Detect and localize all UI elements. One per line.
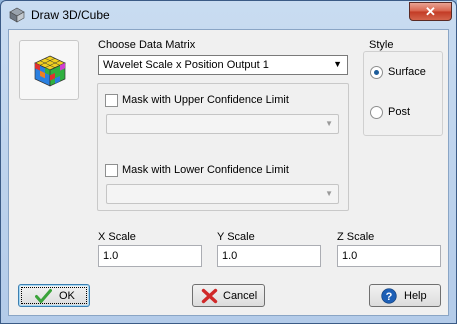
cube-preview — [19, 40, 79, 100]
style-group: Surface Post — [363, 51, 443, 136]
mask-lower-label[interactable]: Mask with Lower Confidence Limit — [122, 164, 289, 176]
z-scale-label: Z Scale — [337, 231, 375, 243]
title-bar[interactable]: Draw 3D/Cube ✕ — [1, 1, 456, 28]
x-scale-label: X Scale — [98, 231, 136, 243]
ok-label: OK — [59, 290, 75, 302]
data-matrix-select[interactable]: Wavelet Scale x Position Output 1 ▼ — [98, 55, 348, 75]
checkmark-icon — [35, 289, 52, 303]
window-title: Draw 3D/Cube — [31, 8, 110, 22]
mask-upper-label[interactable]: Mask with Upper Confidence Limit — [122, 94, 289, 106]
question-icon: ? — [381, 288, 397, 304]
close-icon: ✕ — [425, 4, 436, 19]
z-scale-input[interactable] — [338, 246, 440, 266]
mask-lower-checkbox[interactable] — [105, 164, 118, 177]
z-scale-field[interactable] — [337, 245, 441, 267]
data-matrix-label: Choose Data Matrix — [98, 39, 196, 51]
y-scale-label: Y Scale — [217, 231, 255, 243]
mask-upper-select: ▼ — [106, 114, 339, 134]
x-scale-input[interactable] — [99, 246, 201, 266]
help-button[interactable]: ? Help — [369, 284, 441, 307]
dropdown-arrow-icon: ▼ — [325, 119, 333, 128]
close-button[interactable]: ✕ — [409, 2, 452, 21]
cancel-label: Cancel — [223, 290, 258, 302]
style-label: Style — [369, 39, 394, 51]
y-scale-input[interactable] — [218, 246, 320, 266]
style-post-radio[interactable] — [370, 106, 383, 119]
cancel-button[interactable]: Cancel — [192, 284, 265, 307]
ok-button[interactable]: OK — [18, 284, 90, 307]
mask-group: Mask with Upper Confidence Limit ▼ Mask … — [97, 83, 349, 211]
red-x-icon — [201, 288, 218, 304]
radio-selected-dot — [374, 70, 379, 75]
svg-text:?: ? — [386, 291, 393, 303]
dropdown-arrow-icon: ▼ — [333, 59, 342, 69]
x-scale-field[interactable] — [98, 245, 202, 267]
focus-rectangle — [21, 287, 87, 304]
style-post-label[interactable]: Post — [388, 106, 410, 118]
help-label: Help — [404, 290, 427, 302]
rubiks-cube-icon — [34, 55, 66, 87]
style-surface-radio[interactable] — [370, 66, 383, 79]
dialog-window: Draw 3D/Cube ✕ Choose Data Matrix Wavele… — [0, 0, 457, 324]
data-matrix-value: Wavelet Scale x Position Output 1 — [103, 59, 269, 71]
dropdown-arrow-icon: ▼ — [325, 189, 333, 198]
y-scale-field[interactable] — [217, 245, 321, 267]
3d-cube-icon — [9, 7, 25, 23]
mask-upper-checkbox[interactable] — [105, 94, 118, 107]
mask-lower-select: ▼ — [106, 184, 339, 204]
dialog-body: Choose Data Matrix Wavelet Scale x Posit… — [8, 29, 449, 316]
style-surface-label[interactable]: Surface — [388, 66, 426, 78]
